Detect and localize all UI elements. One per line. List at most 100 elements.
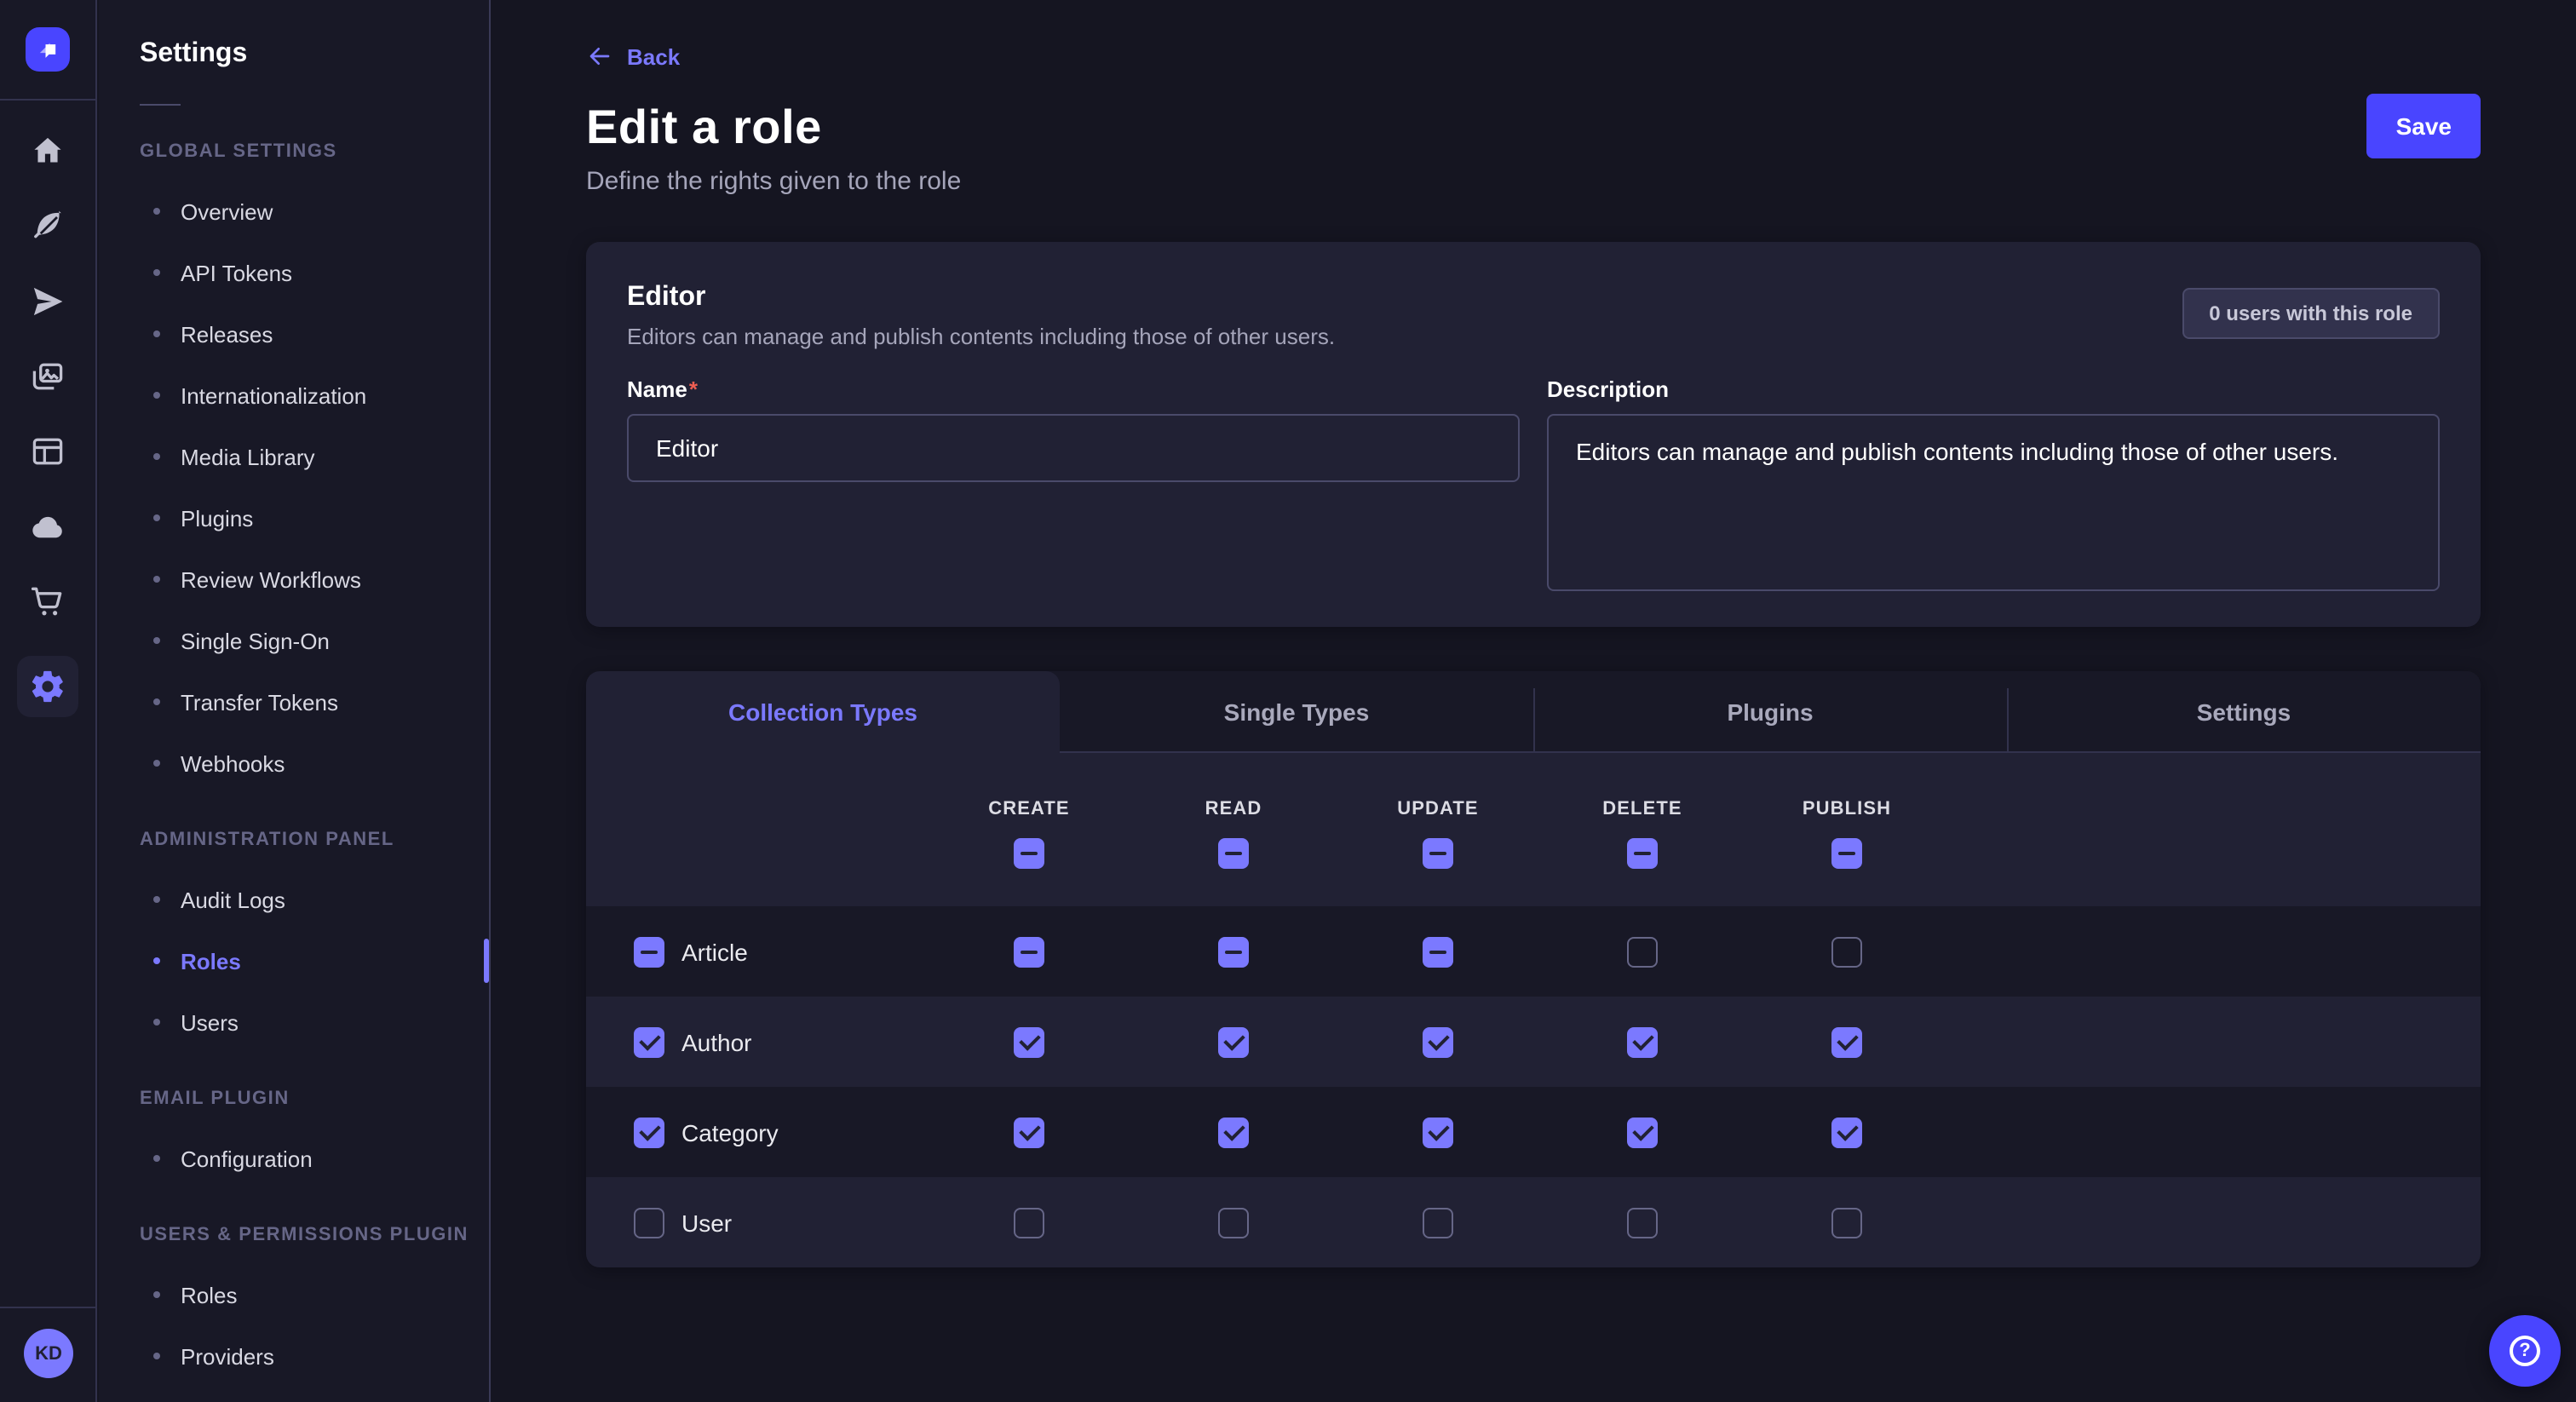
sidebar-item-label: API Tokens — [181, 260, 292, 285]
category-read-checkbox[interactable] — [1218, 1117, 1249, 1147]
name-label-text: Name — [627, 376, 687, 402]
sidebar-item-up-providers[interactable]: Providers — [140, 1325, 489, 1387]
category-update-checkbox[interactable] — [1423, 1117, 1453, 1147]
sidebar-item-global-review-workflows[interactable]: Review Workflows — [140, 549, 489, 610]
permission-cell — [1745, 1207, 1949, 1238]
permission-cell — [927, 1117, 1131, 1147]
sidebar-item-global-webhooks[interactable]: Webhooks — [140, 733, 489, 794]
permission-cell — [927, 936, 1131, 967]
cart-icon[interactable] — [27, 581, 68, 622]
tab-collection-types[interactable]: Collection Types — [586, 671, 1060, 753]
row-author-select-checkbox[interactable] — [634, 1026, 664, 1057]
description-textarea[interactable]: Editors can manage and publish contents … — [1547, 414, 2440, 591]
sidebar-item-global-releases[interactable]: Releases — [140, 303, 489, 365]
row-label-cell: Category — [586, 1117, 927, 1147]
row-user-select-checkbox[interactable] — [634, 1207, 664, 1238]
row-article-select-checkbox[interactable] — [634, 936, 664, 967]
category-delete-checkbox[interactable] — [1627, 1117, 1658, 1147]
sidebar-item-global-api-tokens[interactable]: API Tokens — [140, 242, 489, 303]
permission-cell — [1131, 1207, 1336, 1238]
name-label: Name* — [627, 376, 1520, 402]
user-publish-checkbox[interactable] — [1831, 1207, 1862, 1238]
sidebar-item-admin-users[interactable]: Users — [140, 991, 489, 1053]
author-publish-checkbox[interactable] — [1831, 1026, 1862, 1057]
select-all-update-checkbox[interactable] — [1423, 837, 1453, 868]
author-create-checkbox[interactable] — [1014, 1026, 1044, 1057]
tab-plugins[interactable]: Plugins — [1533, 671, 2007, 753]
author-read-checkbox[interactable] — [1218, 1026, 1249, 1057]
sidebar-item-admin-roles[interactable]: Roles — [140, 930, 489, 991]
article-publish-checkbox[interactable] — [1831, 936, 1862, 967]
user-delete-checkbox[interactable] — [1627, 1207, 1658, 1238]
back-link[interactable]: Back — [586, 43, 680, 70]
select-all-delete-checkbox[interactable] — [1627, 837, 1658, 868]
row-label: Category — [681, 1118, 779, 1146]
send-icon[interactable] — [27, 281, 68, 322]
tab-settings[interactable]: Settings — [2007, 671, 2481, 753]
bullet-icon — [153, 269, 160, 276]
sidebar-item-label: Users — [181, 1009, 239, 1035]
user-read-checkbox[interactable] — [1218, 1207, 1249, 1238]
sidebar-item-label: Roles — [181, 948, 241, 974]
column-label: READ — [1205, 798, 1262, 819]
rail-divider — [0, 1307, 95, 1308]
select-all-read-checkbox[interactable] — [1218, 837, 1249, 868]
media-images-icon[interactable] — [27, 356, 68, 397]
users-with-role-badge[interactable]: 0 users with this role — [2182, 288, 2440, 339]
user-create-checkbox[interactable] — [1014, 1207, 1044, 1238]
sidebar-item-email-configuration[interactable]: Configuration — [140, 1128, 489, 1189]
category-create-checkbox[interactable] — [1014, 1117, 1044, 1147]
layout-icon[interactable] — [27, 431, 68, 472]
row-category-select-checkbox[interactable] — [634, 1117, 664, 1147]
icon-rail: KD — [0, 0, 97, 1402]
sidebar-item-global-internationalization[interactable]: Internationalization — [140, 365, 489, 426]
permission-cell — [1131, 1117, 1336, 1147]
article-create-checkbox[interactable] — [1014, 936, 1044, 967]
app-window: KD Settings GLOBAL SETTINGSOverviewAPI T… — [0, 0, 2576, 1402]
select-all-create-checkbox[interactable] — [1014, 837, 1044, 868]
tab-single-types[interactable]: Single Types — [1060, 671, 1533, 753]
sidebar-item-global-transfer-tokens[interactable]: Transfer Tokens — [140, 671, 489, 733]
bullet-icon — [153, 1353, 160, 1359]
column-label: UPDATE — [1397, 798, 1478, 819]
column-header-delete: DELETE — [1540, 791, 1745, 868]
author-update-checkbox[interactable] — [1423, 1026, 1453, 1057]
back-arrow-icon — [586, 43, 613, 70]
role-card-heading: Editor Editors can manage and publish co… — [627, 283, 1335, 349]
article-delete-checkbox[interactable] — [1627, 936, 1658, 967]
user-update-checkbox[interactable] — [1423, 1207, 1453, 1238]
help-button[interactable]: ? — [2489, 1315, 2561, 1387]
bullet-icon — [153, 1291, 160, 1298]
author-delete-checkbox[interactable] — [1627, 1026, 1658, 1057]
sidebar-title: Settings — [140, 39, 489, 70]
table-row-category: Category — [586, 1087, 2481, 1177]
page-subtitle: Define the rights given to the role — [586, 167, 2481, 196]
article-read-checkbox[interactable] — [1218, 936, 1249, 967]
permission-cell — [1745, 1026, 1949, 1057]
sidebar-item-up-roles[interactable]: Roles — [140, 1264, 489, 1325]
permission-cell — [1336, 1026, 1540, 1057]
sidebar-item-global-media-library[interactable]: Media Library — [140, 426, 489, 487]
save-button[interactable]: Save — [2367, 94, 2481, 158]
bullet-icon — [153, 896, 160, 903]
avatar[interactable]: KD — [24, 1329, 73, 1378]
sidebar-item-global-plugins[interactable]: Plugins — [140, 487, 489, 549]
home-icon[interactable] — [27, 131, 68, 172]
cloud-icon[interactable] — [27, 506, 68, 547]
bullet-icon — [153, 392, 160, 399]
category-publish-checkbox[interactable] — [1831, 1117, 1862, 1147]
permission-cell — [927, 1026, 1131, 1057]
permissions-table-header: CREATEREADUPDATEDELETEPUBLISH — [586, 753, 2481, 906]
sidebar-item-admin-audit-logs[interactable]: Audit Logs — [140, 869, 489, 930]
row-label: User — [681, 1209, 732, 1236]
sidebar-item-global-overview[interactable]: Overview — [140, 181, 489, 242]
article-update-checkbox[interactable] — [1423, 936, 1453, 967]
table-row-user: User — [586, 1177, 2481, 1267]
name-input[interactable] — [627, 414, 1520, 482]
select-all-publish-checkbox[interactable] — [1831, 837, 1862, 868]
sidebar-item-global-single-sign-on[interactable]: Single Sign-On — [140, 610, 489, 671]
settings-gear-icon[interactable] — [17, 656, 78, 717]
strapi-logo[interactable] — [26, 27, 70, 72]
column-label: CREATE — [988, 798, 1069, 819]
feather-icon[interactable] — [27, 206, 68, 247]
